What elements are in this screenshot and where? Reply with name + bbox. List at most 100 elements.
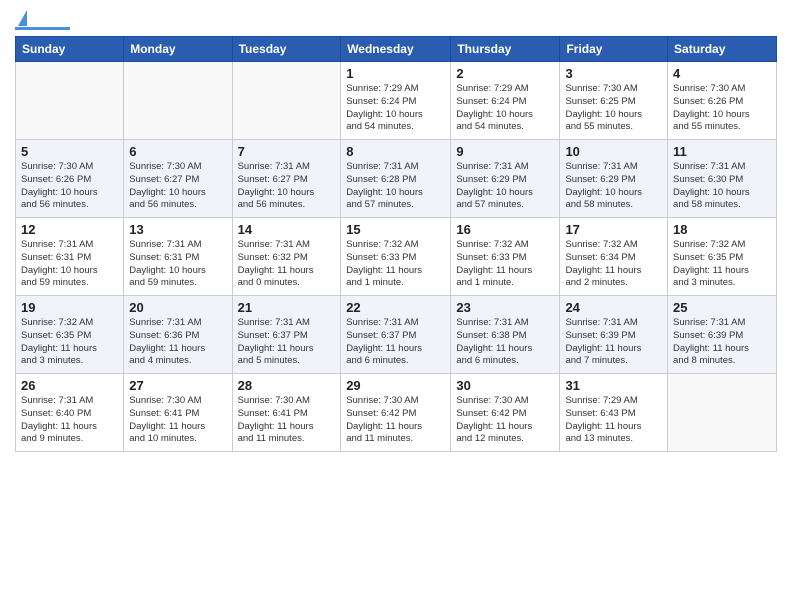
day-number: 8 (346, 144, 445, 159)
logo (15, 10, 70, 30)
calendar-cell: 25 Sunrise: 7:31 AM Sunset: 6:39 PM Dayli… (668, 296, 777, 374)
day-info: Sunrise: 7:31 AM Sunset: 6:37 PM Dayligh… (346, 317, 445, 368)
day-info: Sunrise: 7:30 AM Sunset: 6:41 PM Dayligh… (238, 395, 336, 446)
day-info: Sunrise: 7:31 AM Sunset: 6:38 PM Dayligh… (456, 317, 554, 368)
day-info: Sunrise: 7:30 AM Sunset: 6:42 PM Dayligh… (346, 395, 445, 446)
logo-triangle-icon (18, 10, 27, 26)
day-number: 31 (565, 378, 662, 393)
calendar-cell: 31 Sunrise: 7:29 AM Sunset: 6:43 PM Dayli… (560, 374, 668, 452)
day-info: Sunrise: 7:31 AM Sunset: 6:28 PM Dayligh… (346, 161, 445, 212)
calendar-cell: 19 Sunrise: 7:32 AM Sunset: 6:35 PM Dayli… (16, 296, 124, 374)
day-info: Sunrise: 7:31 AM Sunset: 6:29 PM Dayligh… (565, 161, 662, 212)
day-number: 27 (129, 378, 226, 393)
calendar-cell: 29Sunrise: 7:30 AM Sunset: 6:42 PM Dayli… (341, 374, 451, 452)
calendar-cell: 2Sunrise: 7:29 AM Sunset: 6:24 PM Daylig… (451, 62, 560, 140)
weekday-header-saturday: Saturday (668, 37, 777, 62)
day-info: Sunrise: 7:31 AM Sunset: 6:39 PM Dayligh… (565, 317, 662, 368)
day-number: 13 (129, 222, 226, 237)
calendar-table: SundayMondayTuesdayWednesdayThursdayFrid… (15, 36, 777, 452)
day-info: Sunrise: 7:32 AM Sunset: 6:33 PM Dayligh… (346, 239, 445, 290)
page: SundayMondayTuesdayWednesdayThursdayFrid… (0, 0, 792, 462)
day-info: Sunrise: 7:30 AM Sunset: 6:27 PM Dayligh… (129, 161, 226, 212)
calendar-cell: 17 Sunrise: 7:32 AM Sunset: 6:34 PM Dayli… (560, 218, 668, 296)
calendar-cell: 24 Sunrise: 7:31 AM Sunset: 6:39 PM Dayli… (560, 296, 668, 374)
weekday-header-sunday: Sunday (16, 37, 124, 62)
day-number: 21 (238, 300, 336, 315)
calendar-cell: 15Sunrise: 7:32 AM Sunset: 6:33 PM Dayli… (341, 218, 451, 296)
weekday-header-thursday: Thursday (451, 37, 560, 62)
day-number: 7 (238, 144, 336, 159)
logo-line (15, 27, 70, 30)
day-number: 17 (565, 222, 662, 237)
day-info: Sunrise: 7:32 AM Sunset: 6:33 PM Dayligh… (456, 239, 554, 290)
day-info: Sunrise: 7:30 AM Sunset: 6:25 PM Dayligh… (565, 83, 662, 134)
week-row-4: 19 Sunrise: 7:32 AM Sunset: 6:35 PM Dayli… (16, 296, 777, 374)
weekday-header-tuesday: Tuesday (232, 37, 341, 62)
calendar-cell: 8 Sunrise: 7:31 AM Sunset: 6:28 PM Daylig… (341, 140, 451, 218)
calendar-cell: 1Sunrise: 7:29 AM Sunset: 6:24 PM Daylig… (341, 62, 451, 140)
day-number: 14 (238, 222, 336, 237)
calendar-cell: 27 Sunrise: 7:30 AM Sunset: 6:41 PM Dayli… (124, 374, 232, 452)
calendar-cell: 10Sunrise: 7:31 AM Sunset: 6:29 PM Dayli… (560, 140, 668, 218)
calendar-cell: 3 Sunrise: 7:30 AM Sunset: 6:25 PM Daylig… (560, 62, 668, 140)
calendar-cell: 20Sunrise: 7:31 AM Sunset: 6:36 PM Dayli… (124, 296, 232, 374)
day-number: 3 (565, 66, 662, 81)
calendar-cell: 13 Sunrise: 7:31 AM Sunset: 6:31 PM Dayli… (124, 218, 232, 296)
day-info: Sunrise: 7:32 AM Sunset: 6:34 PM Dayligh… (565, 239, 662, 290)
day-number: 16 (456, 222, 554, 237)
day-number: 5 (21, 144, 118, 159)
weekday-header-wednesday: Wednesday (341, 37, 451, 62)
day-info: Sunrise: 7:32 AM Sunset: 6:35 PM Dayligh… (673, 239, 771, 290)
week-row-5: 26Sunrise: 7:31 AM Sunset: 6:40 PM Dayli… (16, 374, 777, 452)
day-number: 2 (456, 66, 554, 81)
day-info: Sunrise: 7:31 AM Sunset: 6:29 PM Dayligh… (456, 161, 554, 212)
calendar-cell: 28 Sunrise: 7:30 AM Sunset: 6:41 PM Dayli… (232, 374, 341, 452)
day-info: Sunrise: 7:31 AM Sunset: 6:31 PM Dayligh… (21, 239, 118, 290)
calendar-cell: 23 Sunrise: 7:31 AM Sunset: 6:38 PM Dayli… (451, 296, 560, 374)
header (15, 10, 777, 30)
day-info: Sunrise: 7:30 AM Sunset: 6:42 PM Dayligh… (456, 395, 554, 446)
weekday-header-row: SundayMondayTuesdayWednesdayThursdayFrid… (16, 37, 777, 62)
calendar-cell: 4 Sunrise: 7:30 AM Sunset: 6:26 PM Daylig… (668, 62, 777, 140)
day-info: Sunrise: 7:30 AM Sunset: 6:41 PM Dayligh… (129, 395, 226, 446)
calendar-cell: 14 Sunrise: 7:31 AM Sunset: 6:32 PM Dayli… (232, 218, 341, 296)
day-info: Sunrise: 7:31 AM Sunset: 6:27 PM Dayligh… (238, 161, 336, 212)
day-number: 28 (238, 378, 336, 393)
calendar-cell: 6 Sunrise: 7:30 AM Sunset: 6:27 PM Daylig… (124, 140, 232, 218)
day-info: Sunrise: 7:31 AM Sunset: 6:31 PM Dayligh… (129, 239, 226, 290)
day-info: Sunrise: 7:32 AM Sunset: 6:35 PM Dayligh… (21, 317, 118, 368)
calendar-cell: 16 Sunrise: 7:32 AM Sunset: 6:33 PM Dayli… (451, 218, 560, 296)
day-number: 9 (456, 144, 554, 159)
day-info: Sunrise: 7:31 AM Sunset: 6:39 PM Dayligh… (673, 317, 771, 368)
day-info: Sunrise: 7:29 AM Sunset: 6:24 PM Dayligh… (346, 83, 445, 134)
day-number: 24 (565, 300, 662, 315)
day-number: 18 (673, 222, 771, 237)
week-row-2: 5 Sunrise: 7:30 AM Sunset: 6:26 PM Daylig… (16, 140, 777, 218)
weekday-header-friday: Friday (560, 37, 668, 62)
day-number: 20 (129, 300, 226, 315)
day-number: 22 (346, 300, 445, 315)
calendar-cell: 11 Sunrise: 7:31 AM Sunset: 6:30 PM Dayli… (668, 140, 777, 218)
day-number: 25 (673, 300, 771, 315)
day-info: Sunrise: 7:31 AM Sunset: 6:30 PM Dayligh… (673, 161, 771, 212)
day-number: 23 (456, 300, 554, 315)
day-number: 19 (21, 300, 118, 315)
day-info: Sunrise: 7:31 AM Sunset: 6:32 PM Dayligh… (238, 239, 336, 290)
week-row-3: 12 Sunrise: 7:31 AM Sunset: 6:31 PM Dayli… (16, 218, 777, 296)
day-info: Sunrise: 7:30 AM Sunset: 6:26 PM Dayligh… (21, 161, 118, 212)
day-info: Sunrise: 7:31 AM Sunset: 6:37 PM Dayligh… (238, 317, 336, 368)
day-number: 4 (673, 66, 771, 81)
day-number: 30 (456, 378, 554, 393)
calendar-cell: 22 Sunrise: 7:31 AM Sunset: 6:37 PM Dayli… (341, 296, 451, 374)
day-number: 6 (129, 144, 226, 159)
calendar-cell: 26Sunrise: 7:31 AM Sunset: 6:40 PM Dayli… (16, 374, 124, 452)
day-info: Sunrise: 7:31 AM Sunset: 6:40 PM Dayligh… (21, 395, 118, 446)
day-info: Sunrise: 7:30 AM Sunset: 6:26 PM Dayligh… (673, 83, 771, 134)
calendar-cell (124, 62, 232, 140)
day-number: 11 (673, 144, 771, 159)
day-info: Sunrise: 7:29 AM Sunset: 6:43 PM Dayligh… (565, 395, 662, 446)
calendar-cell: 7 Sunrise: 7:31 AM Sunset: 6:27 PM Daylig… (232, 140, 341, 218)
calendar-cell (16, 62, 124, 140)
calendar-cell (232, 62, 341, 140)
day-number: 12 (21, 222, 118, 237)
